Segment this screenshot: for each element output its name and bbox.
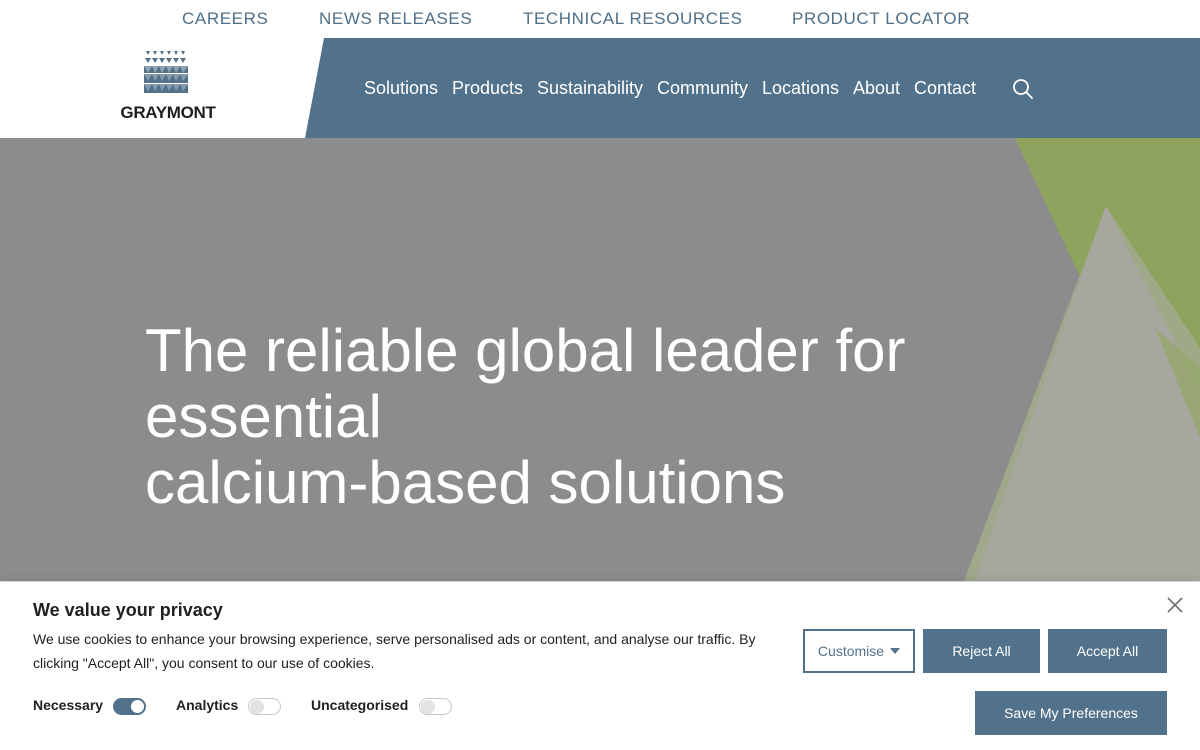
category-label-analytics: Analytics bbox=[176, 697, 239, 713]
cookie-banner: We value your privacy We use cookies to … bbox=[0, 581, 1200, 750]
main-header: GRAYMONT Solutions Products Sustainabili… bbox=[0, 38, 1200, 138]
utility-bar: CAREERS NEWS RELEASES TECHNICAL RESOURCE… bbox=[0, 0, 1200, 38]
customise-button[interactable]: Customise bbox=[803, 629, 915, 673]
toggle-uncategorised[interactable] bbox=[419, 698, 452, 715]
save-preferences-button[interactable]: Save My Preferences bbox=[975, 691, 1167, 735]
cookie-description: We use cookies to enhance your browsing … bbox=[33, 631, 756, 671]
utility-link-careers[interactable]: CAREERS bbox=[182, 9, 268, 29]
toggle-knob bbox=[250, 700, 264, 714]
nav-item-solutions[interactable]: Solutions bbox=[364, 78, 438, 99]
nav-item-contact[interactable]: Contact bbox=[914, 78, 976, 99]
utility-link-technical-resources[interactable]: TECHNICAL RESOURCES bbox=[523, 9, 743, 29]
nav-item-locations[interactable]: Locations bbox=[762, 78, 839, 99]
search-icon bbox=[1013, 79, 1033, 99]
hero-title-line-1: The reliable global leader for bbox=[145, 317, 906, 384]
hero-title: The reliable global leader for essential… bbox=[145, 318, 1005, 516]
toggle-knob bbox=[421, 700, 435, 714]
customise-label: Customise bbox=[817, 643, 885, 659]
cookie-close-button[interactable] bbox=[1164, 594, 1186, 616]
nav-item-sustainability[interactable]: Sustainability bbox=[537, 78, 643, 99]
hero-title-line-2: essential bbox=[145, 383, 382, 450]
hero-title-line-3: calcium-based solutions bbox=[145, 449, 786, 516]
nav-item-products[interactable]: Products bbox=[452, 78, 523, 99]
toggle-necessary[interactable] bbox=[113, 698, 146, 715]
logo-mark-icon bbox=[144, 51, 188, 93]
reject-all-button[interactable]: Reject All bbox=[923, 629, 1040, 673]
toggle-knob bbox=[131, 700, 144, 713]
toggle-analytics[interactable] bbox=[248, 698, 281, 715]
utility-link-product-locator[interactable]: PRODUCT LOCATOR bbox=[792, 9, 970, 29]
caret-down-icon bbox=[890, 648, 901, 654]
close-icon bbox=[1167, 597, 1183, 613]
logo-text: GRAYMONT bbox=[120, 103, 216, 122]
accept-all-button[interactable]: Accept All bbox=[1048, 629, 1167, 673]
category-label-necessary: Necessary bbox=[33, 697, 104, 713]
cookie-title: We value your privacy bbox=[33, 600, 223, 620]
nav-item-community[interactable]: Community bbox=[657, 78, 748, 99]
category-label-uncategorised: Uncategorised bbox=[311, 697, 409, 713]
search-button[interactable] bbox=[1011, 77, 1035, 101]
utility-link-news-releases[interactable]: NEWS RELEASES bbox=[319, 9, 472, 29]
nav-item-about[interactable]: About bbox=[853, 78, 900, 99]
graymont-logo[interactable]: GRAYMONT bbox=[116, 50, 220, 122]
